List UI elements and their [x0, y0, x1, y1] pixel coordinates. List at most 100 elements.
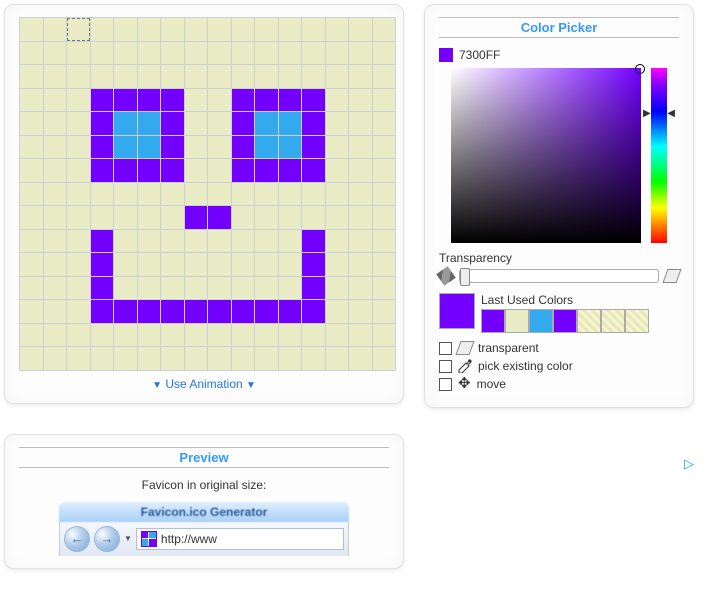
- pixel-cell[interactable]: [326, 18, 349, 41]
- pixel-cell[interactable]: [279, 42, 302, 65]
- pixel-cell[interactable]: [138, 42, 161, 65]
- pixel-cell[interactable]: [208, 300, 231, 323]
- pixel-cell[interactable]: [279, 89, 302, 112]
- pixel-cell[interactable]: [232, 183, 255, 206]
- pixel-cell[interactable]: [208, 253, 231, 276]
- pixel-cell[interactable]: [326, 183, 349, 206]
- pixel-cell[interactable]: [326, 230, 349, 253]
- pixel-cell[interactable]: [279, 206, 302, 229]
- pixel-cell[interactable]: [208, 230, 231, 253]
- pixel-cell[interactable]: [44, 112, 67, 135]
- pixel-cell[interactable]: [349, 65, 372, 88]
- pixel-cell[interactable]: [255, 112, 278, 135]
- palette-swatch[interactable]: [505, 309, 529, 333]
- pixel-cell[interactable]: [279, 112, 302, 135]
- pixel-cell[interactable]: [208, 89, 231, 112]
- pixel-cell[interactable]: [161, 347, 184, 370]
- pixel-cell[interactable]: [161, 18, 184, 41]
- pixel-cell[interactable]: [161, 112, 184, 135]
- pixel-cell[interactable]: [326, 65, 349, 88]
- pixel-cell[interactable]: [161, 136, 184, 159]
- pixel-cell[interactable]: [326, 347, 349, 370]
- pixel-cell[interactable]: [91, 324, 114, 347]
- pixel-cell[interactable]: [138, 206, 161, 229]
- pixel-cell[interactable]: [349, 183, 372, 206]
- pixel-cell[interactable]: [138, 159, 161, 182]
- pixel-cell[interactable]: [349, 324, 372, 347]
- pixel-cell[interactable]: [373, 183, 396, 206]
- pixel-cell[interactable]: [161, 300, 184, 323]
- pixel-cell[interactable]: [279, 183, 302, 206]
- pixel-cell[interactable]: [255, 42, 278, 65]
- palette-swatch[interactable]: [529, 309, 553, 333]
- pixel-cell[interactable]: [373, 18, 396, 41]
- pixel-cell[interactable]: [114, 183, 137, 206]
- pixel-cell[interactable]: [279, 159, 302, 182]
- pixel-cell[interactable]: [185, 300, 208, 323]
- pixel-cell[interactable]: [232, 300, 255, 323]
- pixel-cell[interactable]: [91, 42, 114, 65]
- pixel-cell[interactable]: [232, 206, 255, 229]
- pixel-cell[interactable]: [91, 253, 114, 276]
- pixel-cell[interactable]: [20, 300, 43, 323]
- pixel-cell[interactable]: [67, 300, 90, 323]
- pixel-cell[interactable]: [114, 277, 137, 300]
- pixel-cell[interactable]: [255, 347, 278, 370]
- transparency-slider[interactable]: [459, 269, 659, 283]
- pixel-cell[interactable]: [91, 65, 114, 88]
- pixel-cell[interactable]: [208, 136, 231, 159]
- pixel-cell[interactable]: [44, 183, 67, 206]
- pixel-cell[interactable]: [302, 89, 325, 112]
- pixel-cell[interactable]: [373, 324, 396, 347]
- pixel-cell[interactable]: [208, 18, 231, 41]
- pixel-cell[interactable]: [44, 136, 67, 159]
- pixel-cell[interactable]: [302, 18, 325, 41]
- pixel-cell[interactable]: [208, 347, 231, 370]
- pixel-cell[interactable]: [91, 206, 114, 229]
- pixel-cell[interactable]: [91, 89, 114, 112]
- pixel-cell[interactable]: [114, 159, 137, 182]
- pixel-cell[interactable]: [114, 136, 137, 159]
- pixel-cell[interactable]: [349, 253, 372, 276]
- pixel-cell[interactable]: [373, 253, 396, 276]
- back-button[interactable]: ←: [64, 526, 90, 552]
- pixel-cell[interactable]: [349, 112, 372, 135]
- pixel-cell[interactable]: [349, 42, 372, 65]
- pixel-cell[interactable]: [208, 277, 231, 300]
- pixel-cell[interactable]: [326, 136, 349, 159]
- pixel-cell[interactable]: [255, 206, 278, 229]
- pixel-cell[interactable]: [373, 277, 396, 300]
- pixel-cell[interactable]: [373, 136, 396, 159]
- pixel-cell[interactable]: [349, 136, 372, 159]
- pixel-cell[interactable]: [114, 253, 137, 276]
- current-color-large-swatch[interactable]: [439, 293, 475, 329]
- pixel-cell[interactable]: [67, 65, 90, 88]
- pixel-cell[interactable]: [44, 65, 67, 88]
- pixel-cell[interactable]: [185, 277, 208, 300]
- pixel-cell[interactable]: [44, 42, 67, 65]
- pixel-cell[interactable]: [208, 42, 231, 65]
- pixel-cell[interactable]: [161, 277, 184, 300]
- pixel-cell[interactable]: [44, 18, 67, 41]
- pixel-cell[interactable]: [232, 89, 255, 112]
- pixel-cell[interactable]: [20, 89, 43, 112]
- pixel-cell[interactable]: [161, 324, 184, 347]
- pixel-cell[interactable]: [302, 159, 325, 182]
- pixel-cell[interactable]: [138, 347, 161, 370]
- pixel-cell[interactable]: [185, 18, 208, 41]
- pixel-cell[interactable]: [349, 206, 372, 229]
- pixel-cell[interactable]: [44, 253, 67, 276]
- pixel-cell[interactable]: [185, 324, 208, 347]
- pixel-cell[interactable]: [20, 206, 43, 229]
- pixel-cell[interactable]: [279, 300, 302, 323]
- palette-swatch[interactable]: [553, 309, 577, 333]
- pixel-cell[interactable]: [185, 42, 208, 65]
- pixel-cell[interactable]: [138, 112, 161, 135]
- pixel-cell[interactable]: [326, 42, 349, 65]
- pixel-cell[interactable]: [373, 42, 396, 65]
- pixel-cell[interactable]: [302, 136, 325, 159]
- pixel-cell[interactable]: [373, 347, 396, 370]
- pixel-cell[interactable]: [44, 230, 67, 253]
- pixel-cell[interactable]: [138, 183, 161, 206]
- pixel-cell[interactable]: [373, 89, 396, 112]
